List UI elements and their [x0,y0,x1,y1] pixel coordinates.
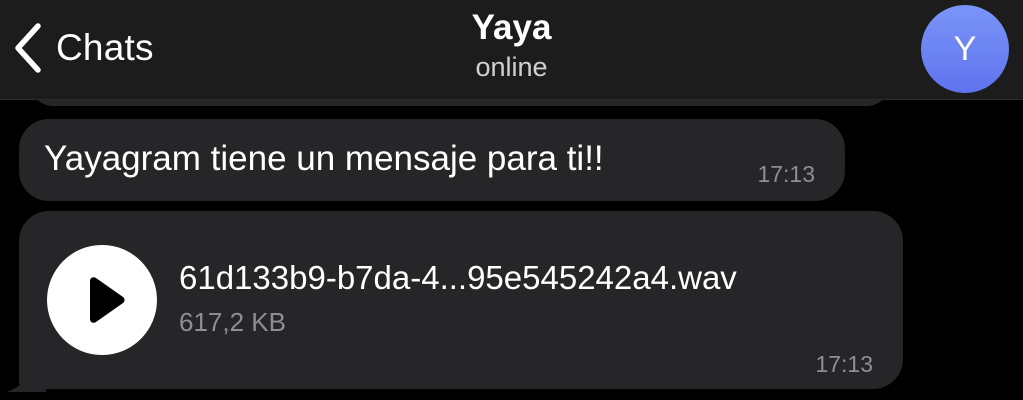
back-label: Chats [56,27,154,68]
previous-message-bubble[interactable] [30,100,890,106]
message-list[interactable]: Yayagram tiene un mensaje para ti!! 17:1… [0,100,1023,400]
message-bubble[interactable]: Yayagram tiene un mensaje para ti!! 17:1… [19,119,845,201]
file-name[interactable]: 61d133b9-b7da-4...95e545242a4.wav [179,259,737,297]
audio-file-bubble[interactable]: 61d133b9-b7da-4...95e545242a4.wav 617,2 … [19,211,903,389]
play-button[interactable] [47,245,157,355]
back-button[interactable]: Chats [12,22,154,74]
message-text: Yayagram tiene un mensaje para ti!! [44,139,604,178]
chevron-left-icon [15,23,41,73]
file-size: 617,2 KB [179,307,286,337]
message-time: 17:13 [815,351,873,377]
play-icon [90,277,125,323]
avatar[interactable]: Y [921,5,1009,93]
avatar-initial: Y [953,29,977,68]
message-time: 17:13 [757,161,815,187]
chat-header: Chats Yaya online Y [0,0,1023,100]
